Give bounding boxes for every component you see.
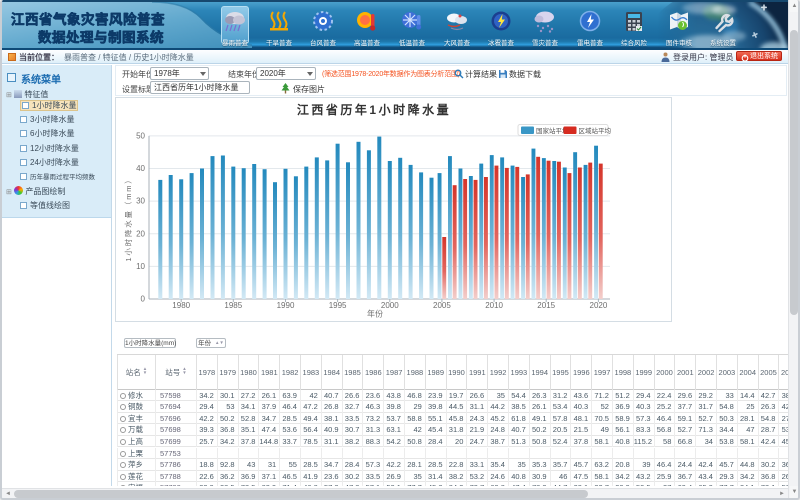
svg-text:0: 0: [141, 295, 146, 304]
svg-text:2010: 2010: [485, 301, 503, 310]
svg-text:1990: 1990: [277, 301, 295, 310]
svg-text:40: 40: [136, 164, 145, 173]
svg-text:30: 30: [136, 197, 145, 206]
svg-text:江西省历年1小时降水量: 江西省历年1小时降水量: [297, 102, 451, 117]
svg-text:1小时降水量（mm）: 1小时降水量（mm）: [123, 174, 133, 261]
svg-text:2005: 2005: [433, 301, 451, 310]
svg-text:2020: 2020: [590, 301, 608, 310]
svg-text:1980: 1980: [172, 301, 190, 310]
svg-text:1985: 1985: [224, 301, 242, 310]
svg-text:2015: 2015: [537, 301, 555, 310]
svg-text:区域站平均: 区域站平均: [579, 126, 612, 135]
svg-text:年份: 年份: [367, 309, 383, 319]
svg-text:50: 50: [136, 131, 145, 140]
svg-text:10: 10: [136, 262, 145, 271]
svg-text:2000: 2000: [381, 301, 399, 310]
svg-text:1995: 1995: [329, 301, 347, 310]
svg-text:20: 20: [136, 229, 145, 238]
